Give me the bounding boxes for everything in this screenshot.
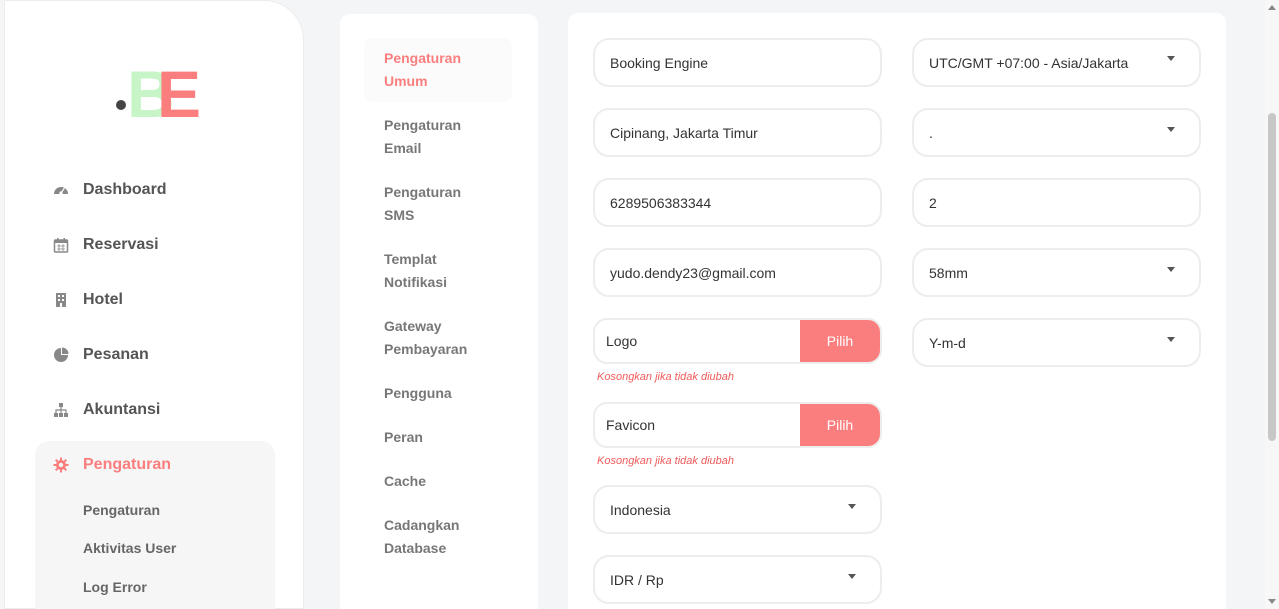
logo-file-input[interactable]: Logo Pilih [593,318,882,364]
favicon-pick-button[interactable]: Pilih [800,404,880,446]
chevron-down-icon [1167,56,1175,61]
date-format-select[interactable]: Y-m-d [912,318,1201,367]
sidebar-item-label: Pengaturan [83,456,172,473]
settings-menu: Pengaturan Umum Pengaturan Email Pengatu… [340,14,538,609]
chevron-down-icon [848,574,856,579]
dashboard-icon [53,182,69,198]
menu-item-pengguna[interactable]: Pengguna [384,382,494,405]
favicon-file-label: Favicon [606,417,656,433]
chevron-down-icon [848,504,856,509]
menu-item-cache[interactable]: Cache [384,470,494,493]
logo-file-label: Logo [606,333,638,349]
calendar-icon [53,237,69,253]
favicon-hint: Kosongkan jika tidak diubah [597,455,734,467]
timezone-select-value: UTC/GMT +07:00 - Asia/Jakarta [929,54,1129,71]
brand-logo[interactable]: B E [113,57,203,119]
email-input[interactable]: yudo.dendy23@gmail.com [593,248,882,297]
sidebar: B E Dashboard Reservasi Hotel Pesanan Ak… [4,0,304,609]
date-format-select-value: Y-m-d [929,334,966,351]
sidebar-item-dashboard[interactable]: Dashboard [53,181,167,199]
general-settings-panel: Booking Engine Cipinang, Jakarta Timur 6… [568,13,1226,609]
chevron-down-icon [1167,127,1175,132]
sidebar-subitem-pengaturan[interactable]: Pengaturan [83,502,160,518]
sidebar-item-akuntansi[interactable]: Akuntansi [53,401,160,419]
sidebar-item-pesanan[interactable]: Pesanan [53,346,149,364]
separator-select[interactable]: . [912,108,1201,157]
building-icon [53,292,69,308]
logo-pick-button[interactable]: Pilih [800,320,880,362]
menu-item-peran[interactable]: Peran [384,426,494,449]
phone-input[interactable]: 6289506383344 [593,178,882,227]
sidebar-item-reservasi[interactable]: Reservasi [53,236,159,254]
logo-hint: Kosongkan jika tidak diubah [597,371,734,383]
sidebar-item-label: Pesanan [83,346,149,363]
timezone-select[interactable]: UTC/GMT +07:00 - Asia/Jakarta [912,38,1201,87]
paper-size-select-value: 58mm [929,264,968,281]
favicon-file-input[interactable]: Favicon Pilih [593,402,882,448]
sidebar-item-label: Reservasi [83,236,159,253]
sidebar-item-label: Dashboard [83,181,167,198]
scroll-up-icon[interactable] [1268,5,1276,10]
sitemap-icon [53,402,69,418]
pie-chart-icon [53,347,69,363]
menu-item-gateway-pembayaran[interactable]: Gateway Pembayaran [384,315,494,361]
currency-select[interactable]: IDR / Rp [593,555,882,604]
scrollbar-thumb[interactable] [1268,113,1276,441]
paper-size-select[interactable]: 58mm [912,248,1201,297]
sidebar-group-pengaturan: Pengaturan Pengaturan Aktivitas User Log… [35,441,275,609]
svg-text:E: E [157,57,201,119]
chevron-down-icon [1167,267,1175,272]
sidebar-item-label: Akuntansi [83,401,161,418]
menu-item-pengaturan-sms[interactable]: Pengaturan SMS [384,181,494,227]
app-name-input[interactable]: Booking Engine [593,38,882,87]
language-select-value: Indonesia [610,501,671,518]
address-input[interactable]: Cipinang, Jakarta Timur [593,108,882,157]
menu-item-cadangkan-database[interactable]: Cadangkan Database [384,514,494,560]
scroll-down-icon[interactable] [1268,599,1276,604]
currency-select-value: IDR / Rp [610,571,664,588]
sidebar-subitem-aktivitas-user[interactable]: Aktivitas User [83,540,176,556]
gear-icon [53,457,69,473]
menu-item-pengaturan-umum[interactable]: Pengaturan Umum [384,47,494,93]
sidebar-item-hotel[interactable]: Hotel [53,291,123,309]
menu-item-pengaturan-email[interactable]: Pengaturan Email [384,114,494,160]
menu-item-templat-notifikasi[interactable]: Templat Notifikasi [384,248,494,294]
language-select[interactable]: Indonesia [593,485,882,534]
sidebar-subitem-log-error[interactable]: Log Error [83,579,147,595]
sidebar-item-label: Hotel [83,291,123,308]
separator-select-value: . [929,124,933,141]
chevron-down-icon [1167,337,1175,342]
decimals-input[interactable]: 2 [912,178,1201,227]
sidebar-item-pengaturan[interactable]: Pengaturan [53,456,171,474]
page-scrollbar[interactable] [1265,0,1279,609]
